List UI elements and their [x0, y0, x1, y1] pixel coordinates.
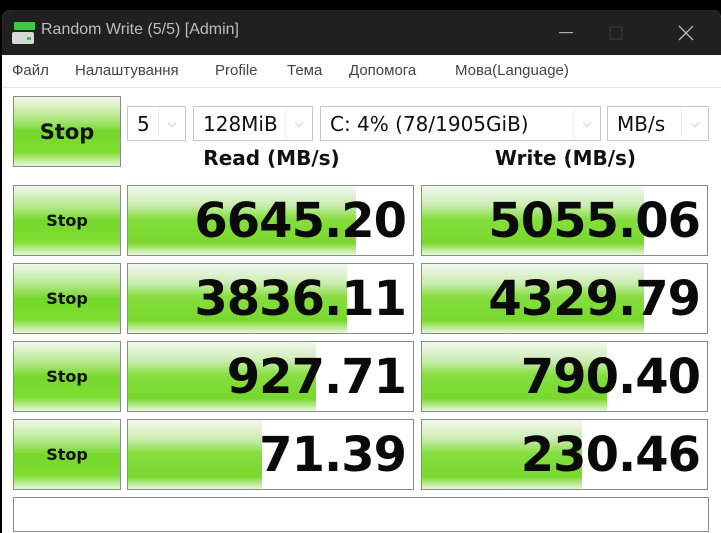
write-value: 790.40	[520, 348, 701, 405]
read-value: 927.71	[226, 348, 407, 405]
app-window: Random Write (5/5) [Admin] Файл Налаштув…	[2, 10, 721, 533]
close-button[interactable]	[663, 10, 709, 55]
write-result-meter: 5055.06	[421, 185, 708, 256]
write-value: 230.46	[520, 426, 701, 483]
unit-value: MB/s	[617, 111, 666, 136]
read-value: 6645.20	[194, 192, 407, 249]
drive-icon	[12, 22, 36, 44]
drive-select[interactable]: C: 4% (78/1905GiB) ⌵	[320, 106, 601, 141]
menu-profile[interactable]: Profile	[215, 62, 258, 79]
menu-file[interactable]: Файл	[12, 62, 49, 79]
chevron-down-icon: ⌵	[573, 107, 600, 140]
chevron-down-icon: ⌵	[158, 107, 185, 140]
row-run-button[interactable]: Stop	[13, 419, 121, 490]
read-result-meter: 3836.11	[127, 263, 414, 334]
menu-theme[interactable]: Тема	[287, 62, 322, 79]
write-header: Write (MB/s)	[494, 146, 637, 170]
menu-settings[interactable]: Налаштування	[75, 62, 179, 79]
chevron-down-icon: ⌵	[285, 107, 312, 140]
menu-help[interactable]: Допомога	[349, 62, 416, 79]
read-header: Read (MB/s)	[203, 146, 340, 170]
read-result-meter: 6645.20	[127, 185, 414, 256]
unit-select[interactable]: MB/s ⌵	[607, 106, 709, 141]
write-value: 4329.79	[488, 270, 701, 327]
close-icon	[678, 25, 694, 40]
minimize-icon	[559, 31, 573, 33]
write-result-meter: 230.46	[421, 419, 708, 490]
read-progress-fill	[128, 420, 262, 489]
write-value: 5055.06	[488, 192, 701, 249]
read-value: 3836.11	[194, 270, 407, 327]
menu-language[interactable]: Мова(Language)	[455, 62, 569, 79]
status-box	[13, 497, 709, 532]
row-run-button[interactable]: Stop	[13, 263, 121, 334]
maximize-button[interactable]	[593, 10, 639, 55]
window-title: Random Write (5/5) [Admin]	[41, 21, 239, 38]
drive-value: C: 4% (78/1905GiB)	[330, 111, 529, 136]
read-value: 71.39	[259, 426, 407, 483]
minimize-button[interactable]	[543, 10, 589, 55]
row-run-button[interactable]: Stop	[13, 185, 121, 256]
count-value: 5	[137, 111, 150, 136]
title-bar[interactable]: Random Write (5/5) [Admin]	[2, 10, 721, 55]
read-result-meter: 927.71	[127, 341, 414, 412]
size-select[interactable]: 128MiB ⌵	[193, 106, 313, 141]
count-select[interactable]: 5 ⌵	[127, 106, 186, 141]
maximize-icon	[609, 25, 623, 40]
benchmark-panel: Stop 5 ⌵ 128MiB ⌵ C: 4% (78/1905GiB) ⌵ M…	[2, 88, 721, 533]
size-value: 128MiB	[203, 111, 278, 136]
read-result-meter: 71.39	[127, 419, 414, 490]
menu-bar: Файл Налаштування Profile Тема Допомога …	[2, 55, 721, 88]
write-result-meter: 4329.79	[421, 263, 708, 334]
row-run-button[interactable]: Stop	[13, 341, 121, 412]
chevron-down-icon: ⌵	[681, 107, 708, 140]
write-result-meter: 790.40	[421, 341, 708, 412]
run-all-button[interactable]: Stop	[13, 96, 121, 167]
